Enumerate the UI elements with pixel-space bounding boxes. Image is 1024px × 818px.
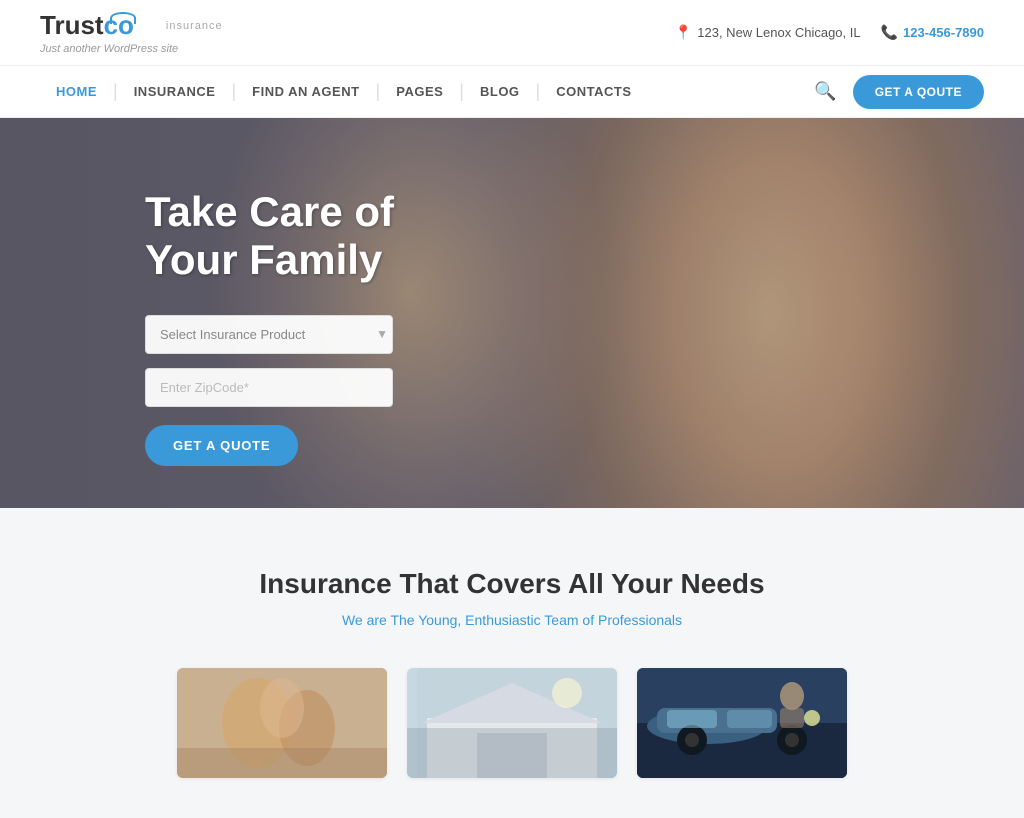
card-house[interactable] — [407, 668, 617, 778]
nav-item-blog[interactable]: BLOG — [464, 84, 536, 99]
card-family-image — [177, 668, 387, 778]
car-image-svg — [637, 668, 847, 778]
logo-tagline: Just another WordPress site — [40, 43, 223, 55]
nav-link-contacts[interactable]: CONTACTS — [540, 84, 647, 99]
cards-row — [40, 668, 984, 778]
location-icon: 📍 — [675, 24, 692, 41]
logo: Trust co insurance Just another WordPres… — [40, 10, 223, 55]
contact-phone[interactable]: 📞 123-456-7890 — [881, 24, 984, 41]
card-house-image — [407, 668, 617, 778]
card-family[interactable] — [177, 668, 387, 778]
card-car-image — [637, 668, 847, 778]
hero-content: Take Care of Your Family Select Insuranc… — [0, 118, 440, 506]
logo-trust: Trust — [40, 10, 104, 41]
zipcode-input[interactable] — [145, 368, 393, 407]
family-image-svg — [177, 668, 387, 778]
nav-link-home[interactable]: HOME — [40, 84, 113, 99]
phone-number: 123-456-7890 — [903, 25, 984, 40]
get-quote-button[interactable]: GET A QUOTE — [145, 425, 298, 466]
insurance-select-wrapper: Select Insurance Product Life Insurance … — [145, 315, 400, 354]
logo-insurance: insurance — [166, 20, 223, 32]
nav-item-pages[interactable]: PAGES — [380, 84, 459, 99]
nav-quote-button[interactable]: GET A QOUTE — [853, 75, 984, 109]
contact-address: 123, New Lenox Chicago, IL — [697, 25, 860, 40]
house-image-svg — [407, 668, 617, 778]
nav-item-find-agent[interactable]: FIND AN AGENT — [236, 84, 375, 99]
nav-link-blog[interactable]: BLOG — [464, 84, 536, 99]
nav-item-home[interactable]: HOME — [40, 84, 113, 99]
hero-title: Take Care of Your Family — [145, 188, 400, 285]
card-car[interactable] — [637, 668, 847, 778]
nav-link-pages[interactable]: PAGES — [380, 84, 459, 99]
section-subtitle: We are The Young, Enthusiastic Team of P… — [40, 612, 984, 628]
top-bar: Trust co insurance Just another WordPres… — [0, 0, 1024, 66]
section-title: Insurance That Covers All Your Needs — [40, 568, 984, 600]
hero-section: Take Care of Your Family Select Insuranc… — [0, 118, 1024, 508]
nav-item-insurance[interactable]: INSURANCE — [118, 84, 232, 99]
nav-link-insurance[interactable]: INSURANCE — [118, 84, 232, 99]
search-button[interactable]: 🔍 — [814, 81, 836, 102]
insurance-select[interactable]: Select Insurance Product Life Insurance … — [145, 315, 393, 354]
nav-item-contacts[interactable]: CONTACTS — [540, 84, 647, 99]
logo-co: co — [104, 10, 134, 41]
nav-bar: HOME | INSURANCE | FIND AN AGENT | PAGES… — [0, 66, 1024, 118]
hero-title-line1: Take Care of — [145, 188, 394, 235]
top-contact: 📍 123, New Lenox Chicago, IL 📞 123-456-7… — [675, 24, 984, 41]
nav-links: HOME | INSURANCE | FIND AN AGENT | PAGES… — [40, 81, 648, 102]
nav-link-find-agent[interactable]: FIND AN AGENT — [236, 84, 375, 99]
nav-right: 🔍 GET A QOUTE — [814, 75, 984, 109]
phone-icon: 📞 — [881, 24, 898, 41]
insurance-section: Insurance That Covers All Your Needs We … — [0, 508, 1024, 818]
hero-title-line2: Your Family — [145, 236, 382, 283]
contact-location: 📍 123, New Lenox Chicago, IL — [675, 24, 861, 41]
